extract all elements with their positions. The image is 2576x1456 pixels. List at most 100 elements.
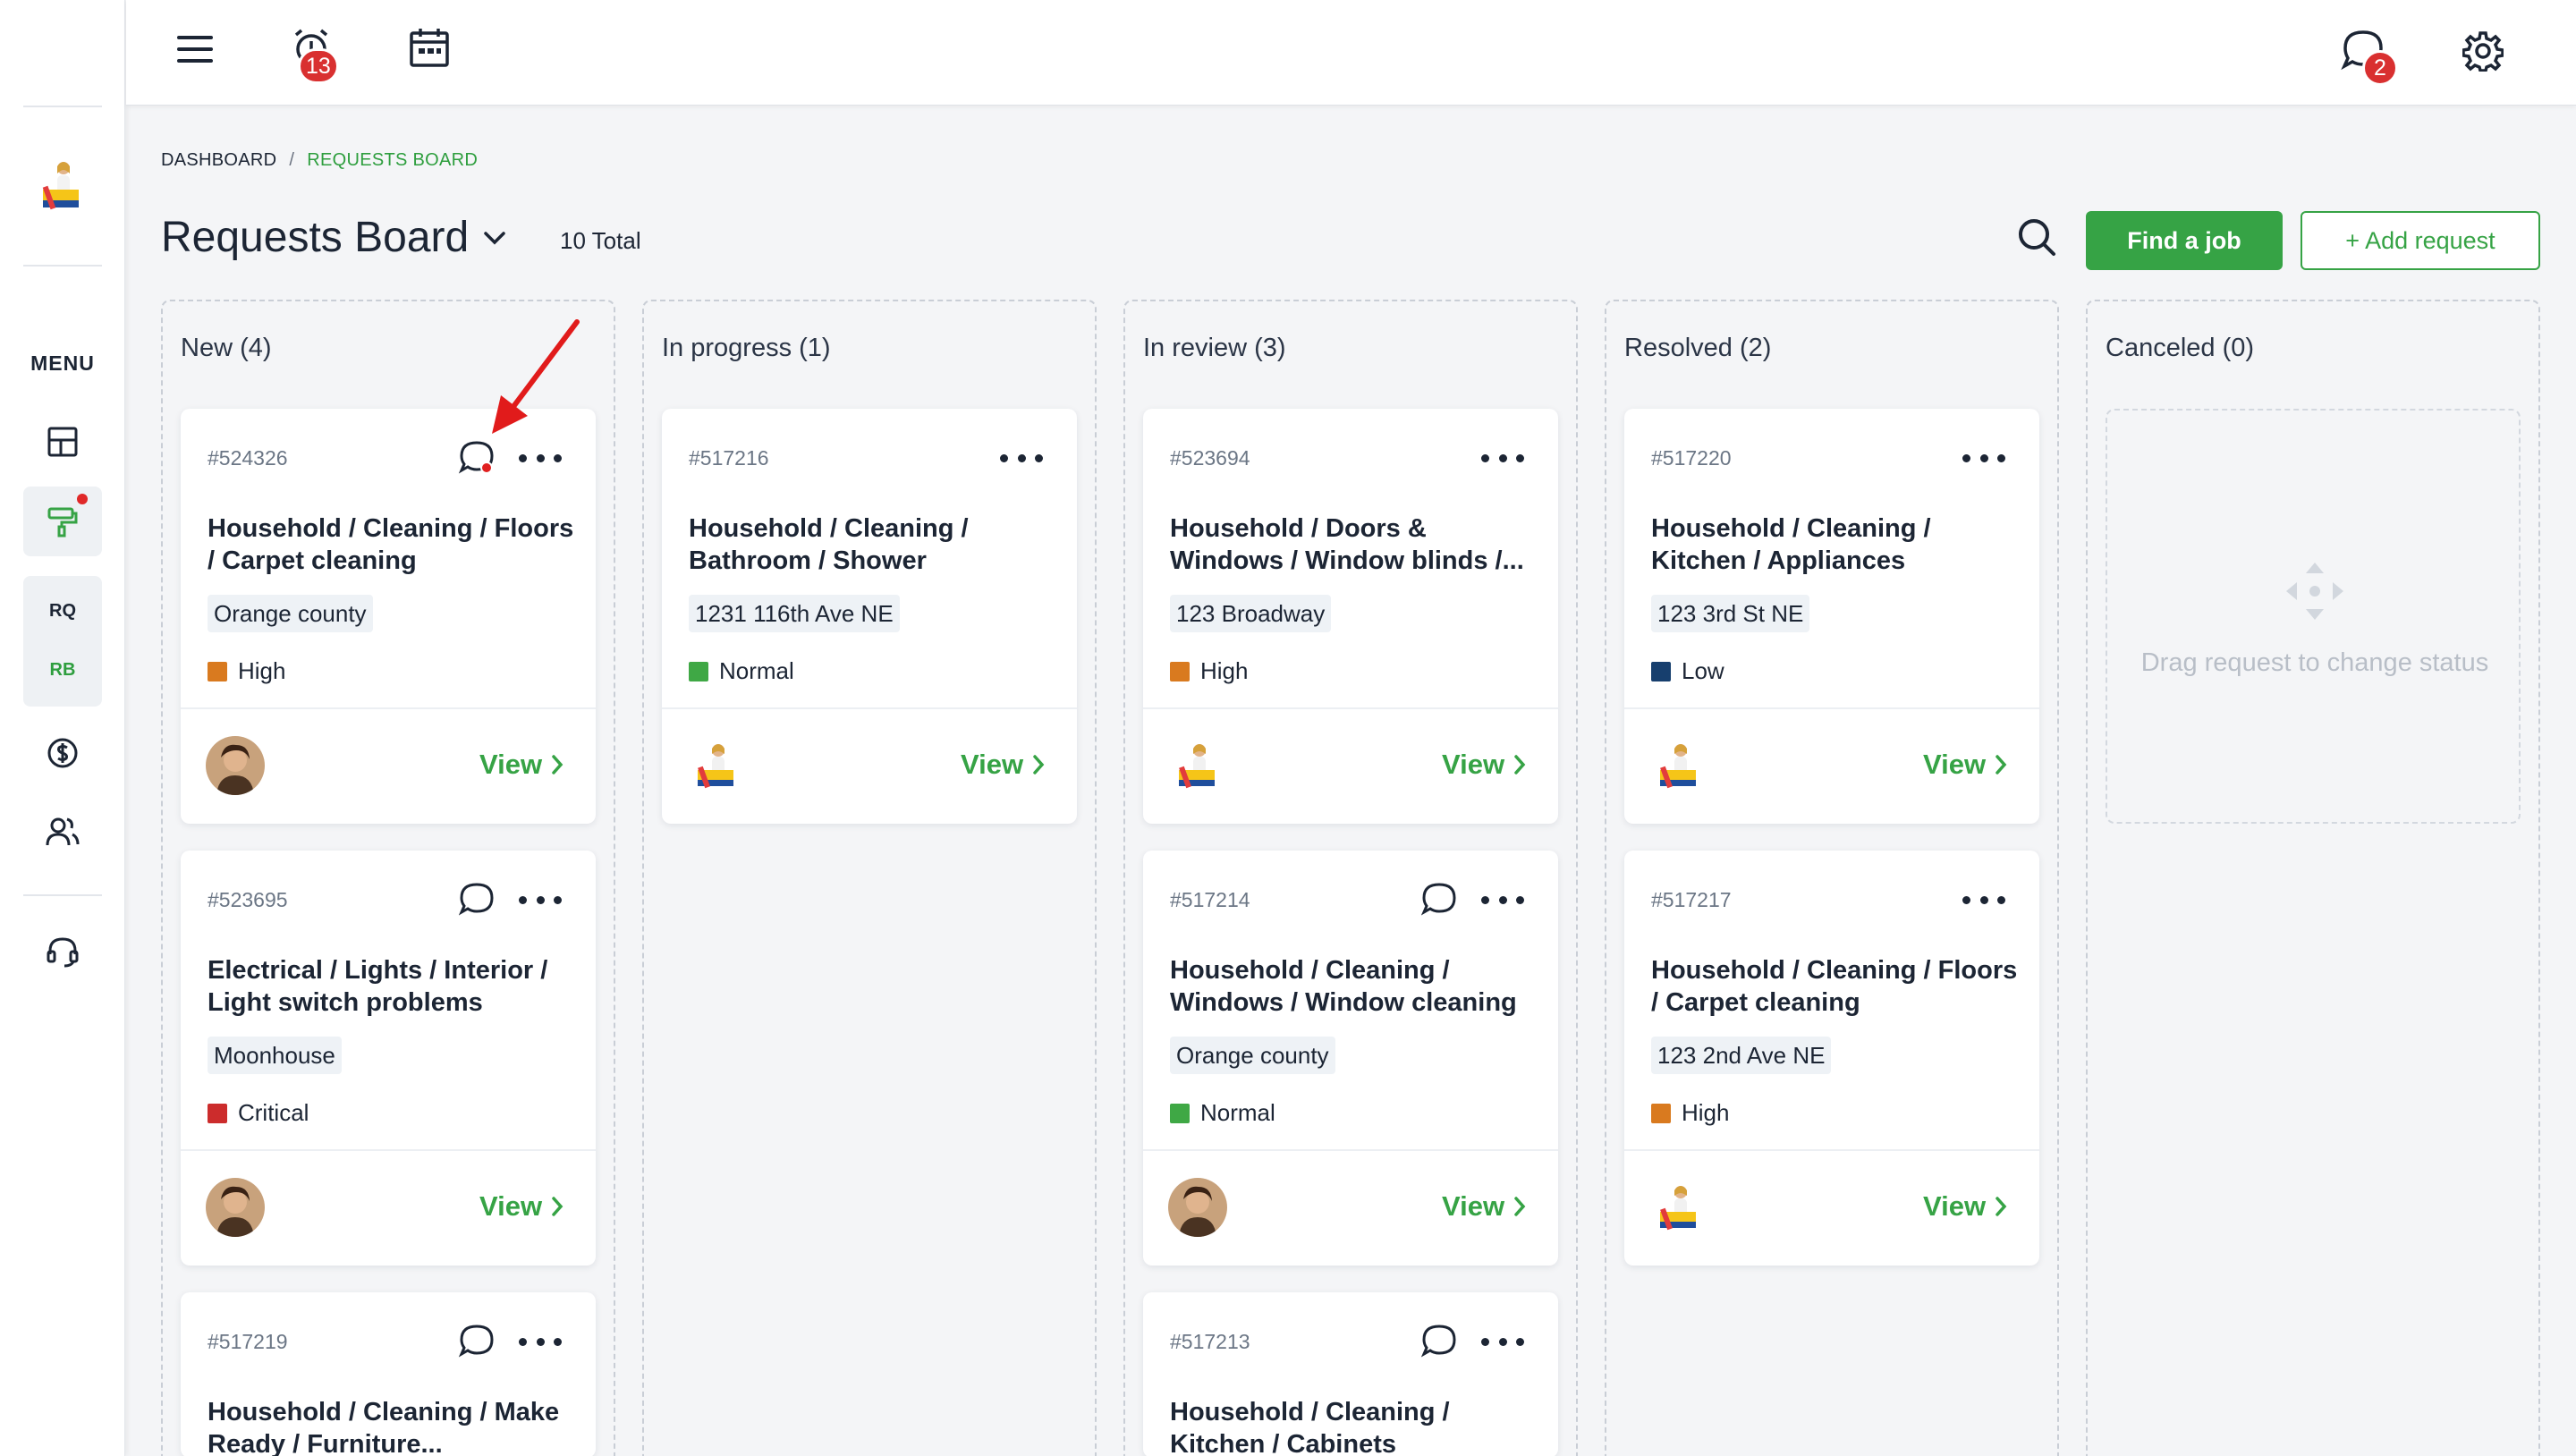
priority-label: Normal <box>1200 1099 1275 1126</box>
more-options-icon[interactable] <box>519 1323 562 1360</box>
more-options-icon[interactable] <box>519 439 562 477</box>
drop-zone[interactable]: Drag request to change status <box>2106 409 2521 824</box>
request-title: Household / Cleaning / Kitchen / Cabinet… <box>1170 1398 1450 1456</box>
board-selector[interactable]: Requests Board <box>161 213 508 262</box>
request-card[interactable]: #517219 Household / Cleaning / Make Ready… <box>181 1292 596 1456</box>
column-title: In review (3) <box>1143 334 1286 362</box>
chevron-right-icon <box>1996 1197 2007 1216</box>
view-label: View <box>479 749 543 780</box>
column-title: New (4) <box>181 334 272 362</box>
chat-icon[interactable] <box>458 1323 496 1360</box>
assignee-avatar <box>206 1178 265 1237</box>
chevron-down-icon <box>484 231 505 244</box>
chat-icon[interactable] <box>458 881 496 918</box>
priority-label: High <box>1200 657 1249 684</box>
more-options-icon[interactable] <box>1481 881 1524 918</box>
location-tag: 1231 116th Ave NE <box>689 595 900 632</box>
chat-icon[interactable] <box>1420 1323 1458 1360</box>
messages-badge: 2 <box>2362 50 2398 86</box>
sidebar-item-rq[interactable]: RQ <box>23 601 102 622</box>
page-title: Requests Board <box>161 214 470 261</box>
hamburger-menu-icon[interactable] <box>173 27 217 72</box>
assignee-avatar <box>1649 736 1708 795</box>
dashboard-icon[interactable] <box>39 419 86 465</box>
request-id: #524326 <box>208 446 288 470</box>
sidebar-divider <box>23 265 102 267</box>
request-id: #523695 <box>208 888 288 911</box>
request-card[interactable]: #517220 Household / Cleaning / Kitchen / … <box>1624 409 2039 824</box>
gear-icon[interactable] <box>2459 27 2507 75</box>
chevron-right-icon <box>552 755 564 775</box>
company-avatar[interactable] <box>39 159 86 215</box>
location-tag: 123 3rd St NE <box>1651 595 1810 632</box>
add-request-button[interactable]: + Add request <box>2301 211 2540 270</box>
view-link[interactable]: View <box>479 749 564 781</box>
card-divider <box>1143 707 1558 709</box>
request-title: Household / Cleaning / Make Ready / Furn… <box>208 1398 560 1456</box>
priority-indicator: High <box>1651 1099 1729 1127</box>
view-link[interactable]: View <box>961 749 1045 781</box>
assignee-avatar <box>206 736 265 795</box>
search-icon[interactable] <box>2014 215 2059 259</box>
request-card[interactable]: #524326 Household / Cleaning / Floors / C… <box>181 409 596 824</box>
request-card[interactable]: #523695 Electrical / Lights / Interior / … <box>181 851 596 1266</box>
headset-icon[interactable] <box>39 928 86 975</box>
request-card[interactable]: #517214 Household / Cleaning / Windows / … <box>1143 851 1558 1266</box>
more-options-icon[interactable] <box>1962 881 2005 918</box>
total-count: 10 Total <box>560 227 641 254</box>
priority-indicator: Low <box>1651 657 1724 685</box>
view-label: View <box>479 1190 543 1222</box>
priority-indicator: Normal <box>689 657 794 685</box>
more-options-icon[interactable] <box>1962 439 2005 477</box>
drag-move-icon <box>2286 563 2343 620</box>
sidebar-item-rb[interactable]: RB <box>23 660 102 681</box>
dollar-icon[interactable] <box>39 730 86 776</box>
request-card[interactable]: #517213 Household / Cleaning / Kitchen / … <box>1143 1292 1558 1456</box>
column-title: In progress (1) <box>662 334 831 362</box>
request-title: Household / Cleaning / Floors / Carpet c… <box>1651 956 2018 1017</box>
priority-label: High <box>238 657 286 684</box>
request-title: Household / Cleaning / Bathroom / Shower <box>689 514 969 575</box>
more-options-icon[interactable] <box>1481 439 1524 477</box>
assignee-avatar <box>1649 1178 1708 1237</box>
more-options-icon[interactable] <box>519 881 562 918</box>
breadcrumb: DASHBOARD / REQUESTS BOARD <box>161 150 478 171</box>
more-options-icon[interactable] <box>1000 439 1043 477</box>
chevron-right-icon <box>1996 755 2007 775</box>
priority-indicator: Normal <box>1170 1099 1275 1127</box>
request-title: Household / Cleaning / Windows / Window … <box>1170 956 1517 1017</box>
calendar-icon[interactable] <box>407 25 452 70</box>
request-card[interactable]: #523694 Household / Doors & Windows / Win… <box>1143 409 1558 824</box>
reminders-badge: 13 <box>298 48 339 84</box>
view-link[interactable]: View <box>1442 749 1526 781</box>
card-divider <box>1143 1149 1558 1151</box>
request-title: Household / Doors & Windows / Window bli… <box>1170 514 1524 575</box>
view-label: View <box>1442 749 1505 780</box>
users-icon[interactable] <box>39 808 86 855</box>
find-a-job-button[interactable]: Find a job <box>2086 211 2283 270</box>
view-link[interactable]: View <box>1923 749 2007 781</box>
paint-roller-icon[interactable] <box>39 498 86 545</box>
chat-icon[interactable] <box>1420 881 1458 918</box>
sidebar-submenu <box>23 576 102 707</box>
location-tag: 123 Broadway <box>1170 595 1332 632</box>
view-link[interactable]: View <box>479 1190 564 1223</box>
chat-unread-icon[interactable] <box>458 439 496 477</box>
breadcrumb-dashboard[interactable]: DASHBOARD <box>161 150 276 171</box>
request-card[interactable]: #517217 Household / Cleaning / Floors / C… <box>1624 851 2039 1266</box>
priority-label: Critical <box>238 1099 309 1126</box>
request-id: #517216 <box>689 446 769 470</box>
assignee-avatar <box>1168 736 1227 795</box>
chevron-right-icon <box>552 1197 564 1216</box>
view-link[interactable]: View <box>1442 1190 1526 1223</box>
view-label: View <box>1923 749 1987 780</box>
request-card[interactable]: #517216 Household / Cleaning / Bathroom /… <box>662 409 1077 824</box>
more-options-icon[interactable] <box>1481 1323 1524 1360</box>
column-title: Resolved (2) <box>1624 334 1772 362</box>
priority-color <box>1170 661 1190 681</box>
breadcrumb-current: REQUESTS BOARD <box>307 150 479 170</box>
view-link[interactable]: View <box>1923 1190 2007 1223</box>
priority-indicator: Critical <box>208 1099 309 1127</box>
request-title: Household / Cleaning / Floors / Carpet c… <box>208 514 574 575</box>
board-column: In progress (1) #517216 Household / Cleani… <box>642 300 1097 1456</box>
